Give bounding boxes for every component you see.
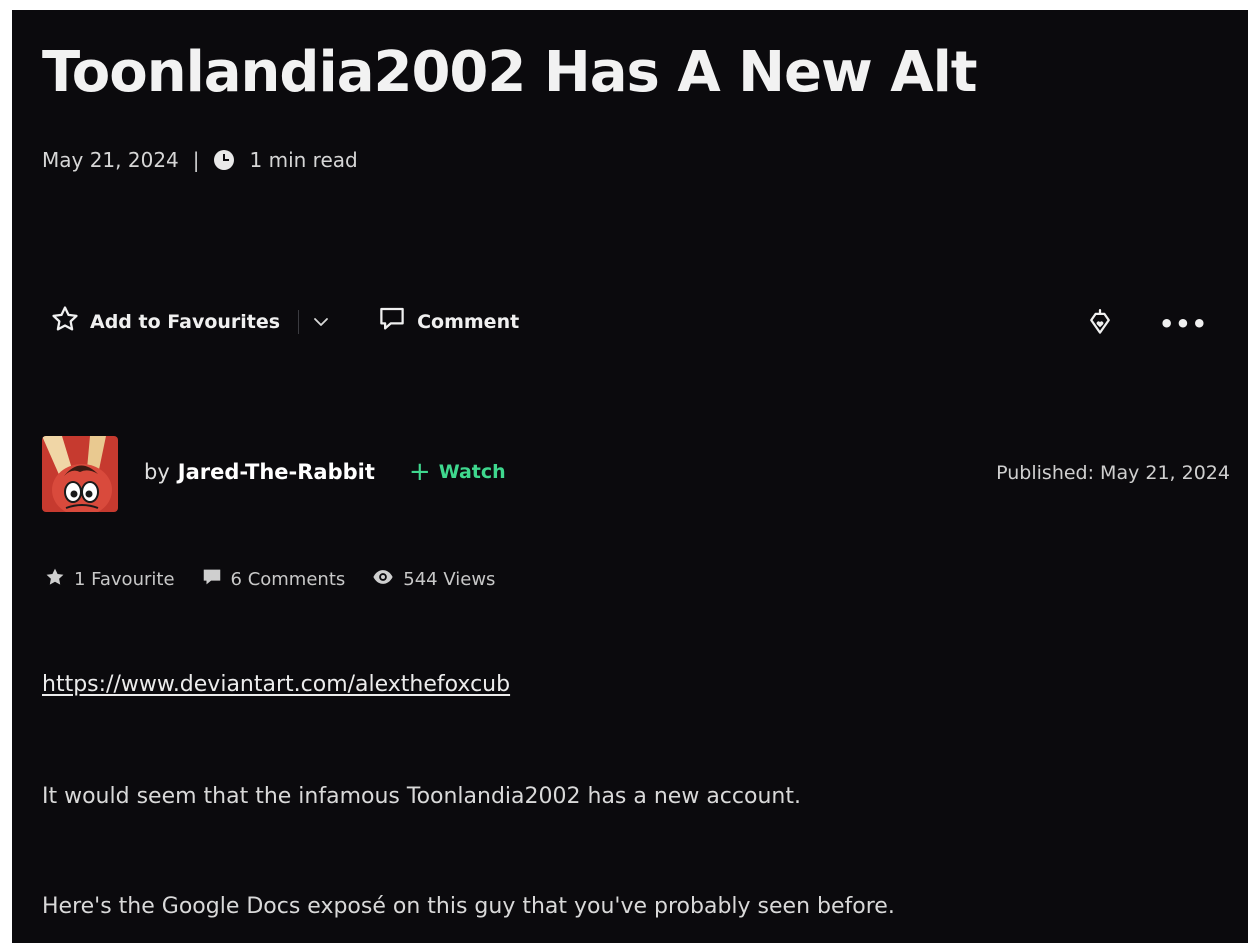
stats-row: 1 Favourite 6 Comments 544 Views [44,566,495,593]
comment-button[interactable]: Comment [377,304,519,339]
star-outline-icon [50,304,80,339]
read-time: 1 min read [249,148,358,172]
action-divider [298,309,300,334]
views-stat: 544 Views [371,566,495,593]
views-count: 544 Views [403,569,496,590]
meta-separator: | [192,148,200,172]
comment-solid-icon [201,566,223,593]
body-paragraph-2: Here's the Google Docs exposé on this gu… [42,894,895,919]
comment-icon [377,304,407,339]
eye-icon [371,566,395,593]
more-icon[interactable]: ••• [1159,312,1208,336]
star-solid-icon [44,566,66,593]
author-name-link[interactable]: Jared-The-Rabbit [178,460,375,484]
chevron-down-icon[interactable] [311,312,331,332]
body-paragraph-1: It would seem that the infamous Toonland… [42,784,801,809]
plus-icon: + [408,457,431,487]
secondary-actions: ••• [1085,307,1208,341]
page-title: Toonlandia2002 Has A New Alt [42,40,978,105]
page-frame: Toonlandia2002 Has A New Alt May 21, 202… [12,10,1248,943]
comment-label: Comment [417,310,520,333]
watch-label: Watch [438,461,506,483]
byline: by Jared-The-Rabbit + Watch [144,457,506,487]
comments-count: 6 Comments [230,569,346,590]
author-row: by Jared-The-Rabbit + Watch Published: M… [42,436,1230,514]
add-to-favourites-label: Add to Favourites [90,310,281,333]
gift-icon[interactable] [1085,307,1115,341]
deviantart-profile-link[interactable]: https://www.deviantart.com/alexthefoxcub [42,672,510,697]
avatar[interactable] [42,436,118,512]
add-to-favourites-button[interactable]: Add to Favourites [50,304,280,339]
action-bar: Add to Favourites Comment [50,304,519,339]
article-meta: May 21, 2024 | 1 min read [42,148,358,172]
clock-icon [213,150,234,170]
article-date: May 21, 2024 [42,148,179,172]
watch-button[interactable]: + Watch [408,457,506,487]
comments-stat[interactable]: 6 Comments [201,566,346,593]
favourites-stat: 1 Favourite [44,566,175,593]
by-label: by [144,460,170,484]
favourites-count: 1 Favourite [74,569,175,590]
published-date: Published: May 21, 2024 [996,462,1230,484]
